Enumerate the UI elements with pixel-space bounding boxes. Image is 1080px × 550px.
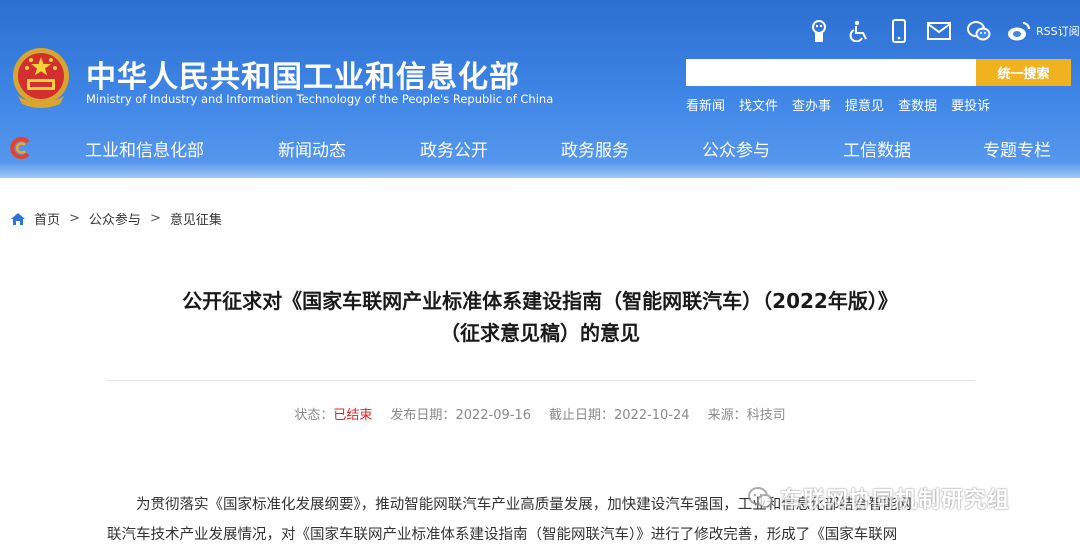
publish-date-value: 2022-09-16: [455, 408, 531, 423]
search-button[interactable]: 统一搜索: [976, 59, 1071, 86]
utility-toolbar: RSS订阅: [806, 16, 1080, 46]
breadcrumb-home[interactable]: 首页: [34, 209, 60, 228]
search-input[interactable]: [686, 59, 976, 86]
deadline-value: 2022-10-24: [614, 408, 690, 423]
watermark-text: 车联网协同机制研究组: [780, 488, 1011, 513]
mascot-icon[interactable]: [806, 18, 832, 44]
national-emblem-icon: [13, 48, 69, 108]
miit-logo-icon[interactable]: [9, 136, 33, 160]
nav-item-government-affairs[interactable]: 政务公开: [420, 136, 488, 161]
source-label: 来源：: [707, 408, 747, 423]
quick-link-complaint[interactable]: 要投诉: [951, 95, 990, 114]
nav-item-special-topics[interactable]: 专题专栏: [983, 136, 1051, 161]
site-header: 中华人民共和国工业和信息化部 Ministry of Industry and …: [0, 0, 1080, 178]
quick-links: 看新闻 找文件 查办事 提意见 查数据 要投诉: [686, 95, 990, 114]
mail-icon[interactable]: [926, 18, 952, 44]
breadcrumb-solicitation[interactable]: 意见征集: [170, 209, 222, 228]
title-divider: [107, 380, 975, 381]
mobile-icon[interactable]: [886, 18, 912, 44]
main-nav: 工业和信息化部 新闻动态 政务公开 政务服务 公众参与 工信数据 专题专栏: [0, 128, 1080, 168]
home-icon[interactable]: [10, 212, 26, 226]
article-meta: 状态：已结束 发布日期：2022-09-16 截止日期：2022-10-24 来…: [0, 404, 1080, 423]
weibo-icon[interactable]: [1006, 18, 1032, 44]
site-title: 中华人民共和国工业和信息化部: [86, 60, 520, 95]
body-paragraph-line2: 联汽车技术产业发展情况，对《国家车联网产业标准体系建设指南（智能网联汽车）》进行…: [107, 527, 898, 543]
nav-item-news[interactable]: 新闻动态: [278, 136, 346, 161]
quick-link-data[interactable]: 查数据: [898, 95, 937, 114]
status-badge: 已结束: [333, 408, 373, 423]
nav-item-ministry[interactable]: 工业和信息化部: [85, 136, 204, 161]
quick-link-news[interactable]: 看新闻: [686, 95, 725, 114]
quick-link-feedback[interactable]: 提意见: [845, 95, 884, 114]
breadcrumb-separator: >: [69, 211, 80, 226]
source-value: 科技司: [746, 408, 786, 423]
quick-link-services[interactable]: 查办事: [792, 95, 831, 114]
publish-date-field: 发布日期：2022-09-16: [390, 404, 531, 423]
article-title-line2: （征求意见稿）的意见: [440, 321, 640, 345]
quick-link-files[interactable]: 找文件: [739, 95, 778, 114]
breadcrumb-separator: >: [149, 211, 161, 226]
breadcrumb: 首页 > 公众参与 > 意见征集: [10, 209, 222, 228]
accessibility-icon[interactable]: [846, 18, 872, 44]
wechat-watermark-icon: [748, 487, 773, 508]
deadline-field: 截止日期：2022-10-24: [549, 404, 690, 423]
site-subtitle-en: Ministry of Industry and Information Tec…: [86, 92, 554, 106]
publish-date-label: 发布日期：: [390, 408, 456, 423]
watermark: 车联网协同机制研究组: [748, 482, 1010, 514]
status-field: 状态：已结束: [294, 404, 372, 423]
rss-link[interactable]: RSS订阅: [1036, 23, 1080, 39]
wechat-icon[interactable]: [966, 18, 992, 44]
status-label: 状态：: [294, 408, 334, 423]
article-title-line1: 公开征求对《国家车联网产业标准体系建设指南（智能网联汽车）（2022年版）》: [182, 289, 898, 313]
nav-item-data[interactable]: 工信数据: [843, 136, 911, 161]
nav-item-public-participation[interactable]: 公众参与: [702, 136, 770, 161]
article-title: 公开征求对《国家车联网产业标准体系建设指南（智能网联汽车）（2022年版）》 （…: [60, 285, 1020, 349]
deadline-label: 截止日期：: [549, 408, 615, 423]
nav-item-services[interactable]: 政务服务: [561, 136, 629, 161]
breadcrumb-public-participation[interactable]: 公众参与: [89, 209, 141, 228]
source-field: 来源：科技司: [708, 404, 786, 423]
